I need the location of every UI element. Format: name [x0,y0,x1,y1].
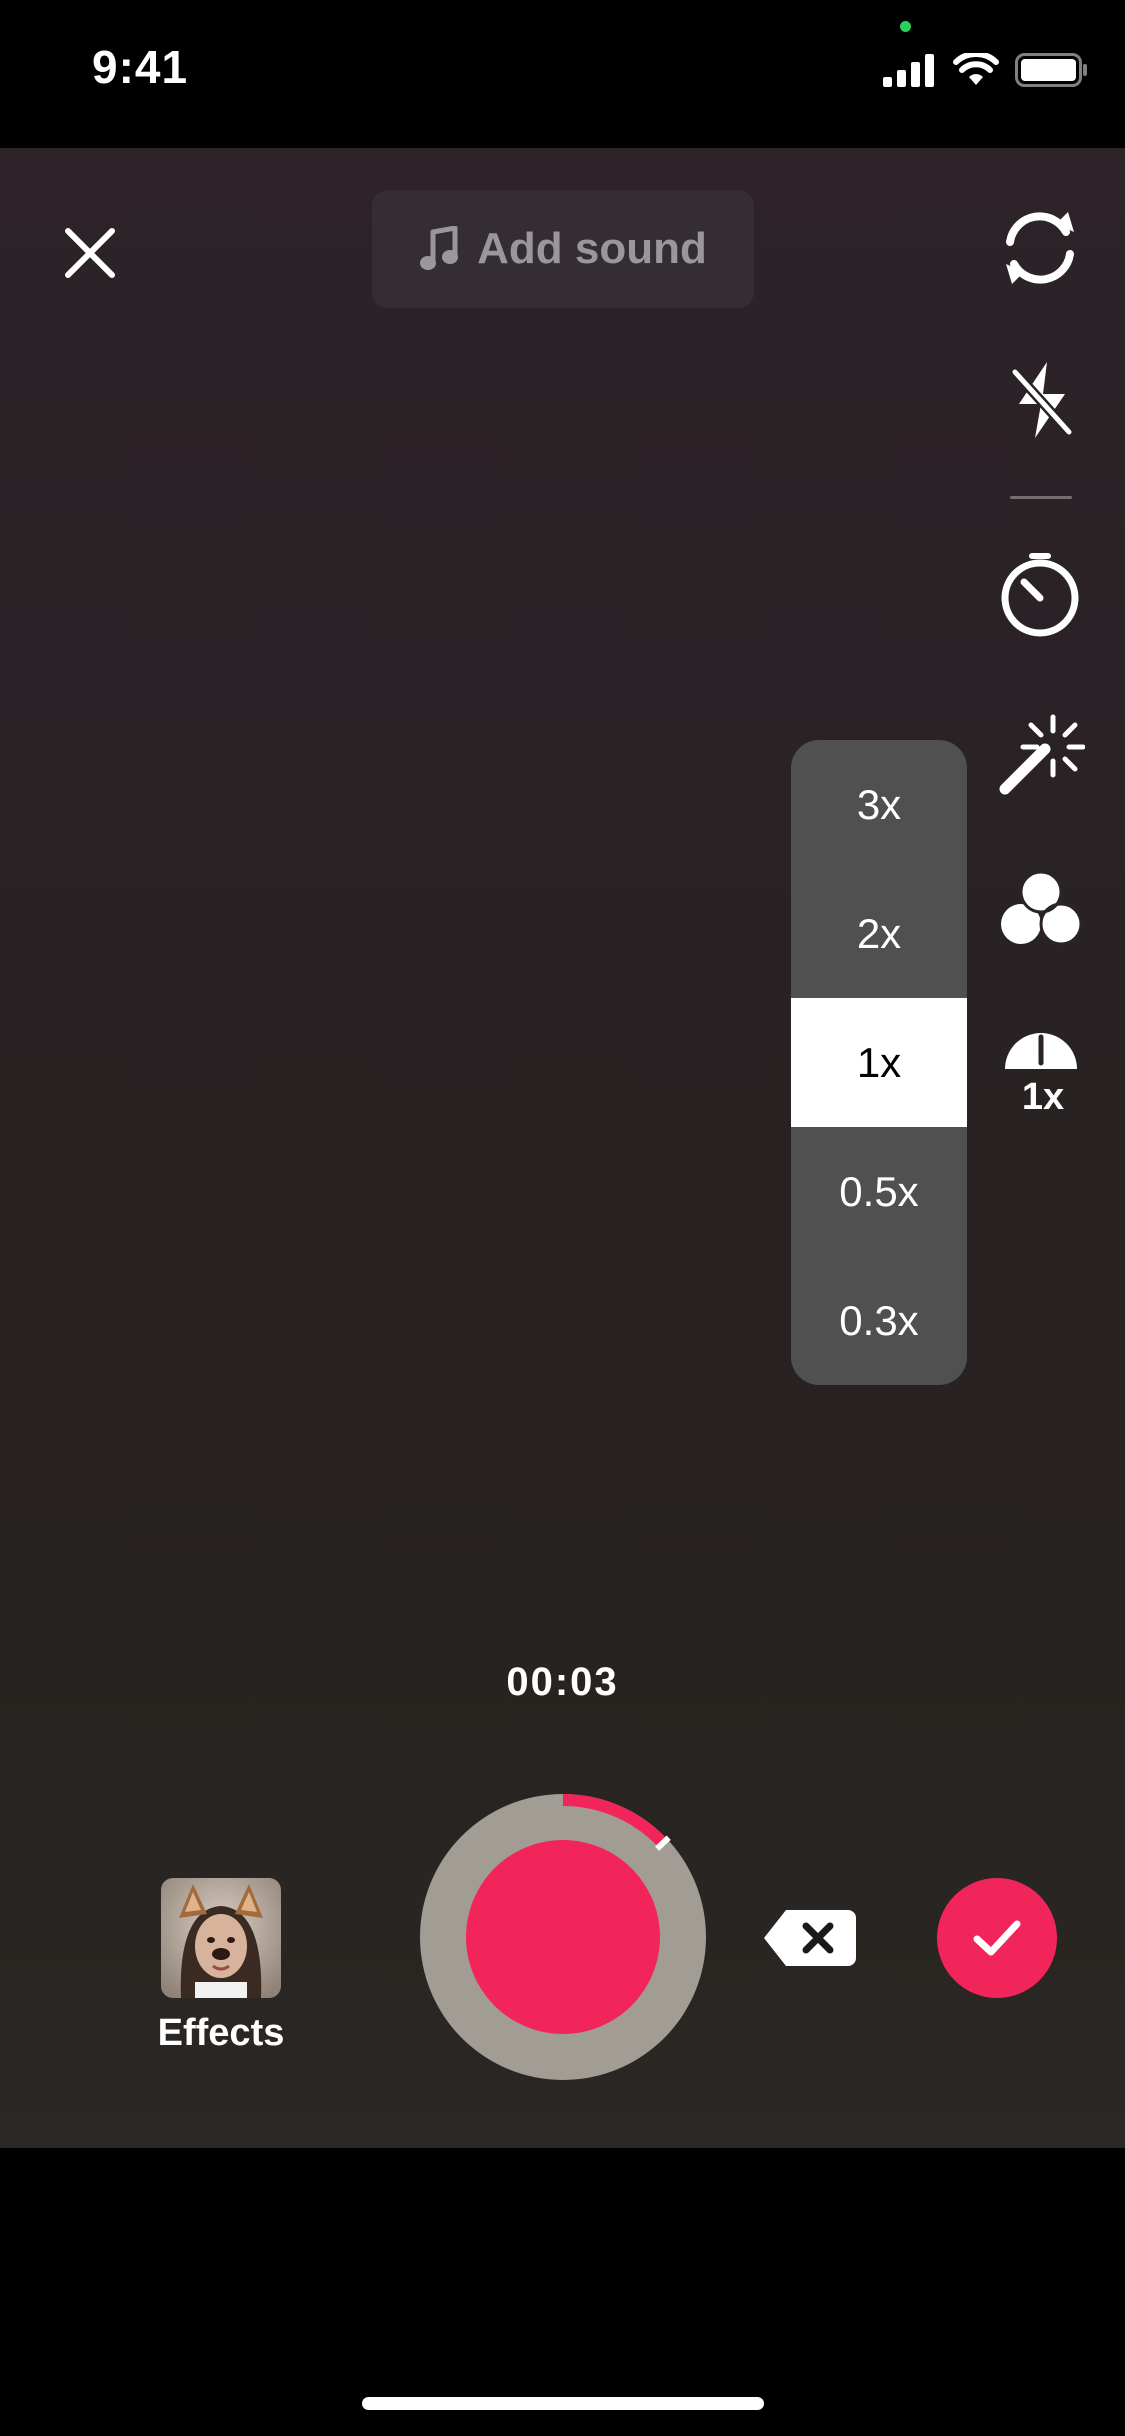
camera-in-use-indicator [900,21,911,32]
speed-option-0-3x[interactable]: 0.3x [791,1256,967,1385]
effects-label: Effects [157,2012,285,2054]
speed-icon: 1x [1005,1033,1077,1113]
music-note-icon [420,226,459,270]
delete-clip-button[interactable] [760,1908,860,1968]
record-button-core [466,1840,660,2034]
battery-icon [1015,53,1087,87]
add-sound-button[interactable]: Add sound [372,190,754,308]
speed-option-1x[interactable]: 1x [791,998,967,1127]
effects-button[interactable]: Effects [150,1878,292,2055]
beauty-button[interactable] [996,708,1086,798]
speed-option-2x[interactable]: 2x [791,869,967,998]
bottom-safe-area [0,2148,1125,2436]
checkmark-icon [973,1920,1021,1956]
flash-off-icon [1010,362,1074,438]
speed-option-3x[interactable]: 3x [791,740,967,869]
record-button[interactable] [418,1792,708,2082]
speed-selector: 3x 2x 1x 0.5x 0.3x [791,740,967,1385]
wifi-icon [953,53,999,85]
speed-icon-label: 1x [1022,1076,1064,1113]
close-icon [65,228,115,278]
timer-icon [1001,553,1079,637]
filters-icon [1001,870,1083,946]
magic-wand-icon [999,714,1085,795]
confirm-button[interactable] [937,1878,1057,1998]
cellular-signal-icon [883,54,934,87]
status-time: 9:41 [92,41,189,93]
tools-divider [1010,496,1072,499]
timer-button[interactable] [996,550,1084,642]
effects-thumbnail [161,1878,281,1998]
flip-camera-icon [1006,212,1074,284]
speed-option-0-5x[interactable]: 0.5x [791,1127,967,1256]
flash-button[interactable] [1004,355,1080,445]
recording-timer: 00:03 [506,1660,619,1704]
status-icons [883,50,1089,90]
home-indicator[interactable] [362,2397,764,2410]
flip-camera-button[interactable] [992,200,1088,296]
status-bar: 9:41 [0,0,1125,148]
speed-button[interactable]: 1x [998,1020,1084,1114]
add-sound-label: Add sound [477,224,707,273]
backspace-delete-icon [764,1910,856,1966]
filters-button[interactable] [998,865,1084,951]
close-button[interactable] [52,215,128,291]
